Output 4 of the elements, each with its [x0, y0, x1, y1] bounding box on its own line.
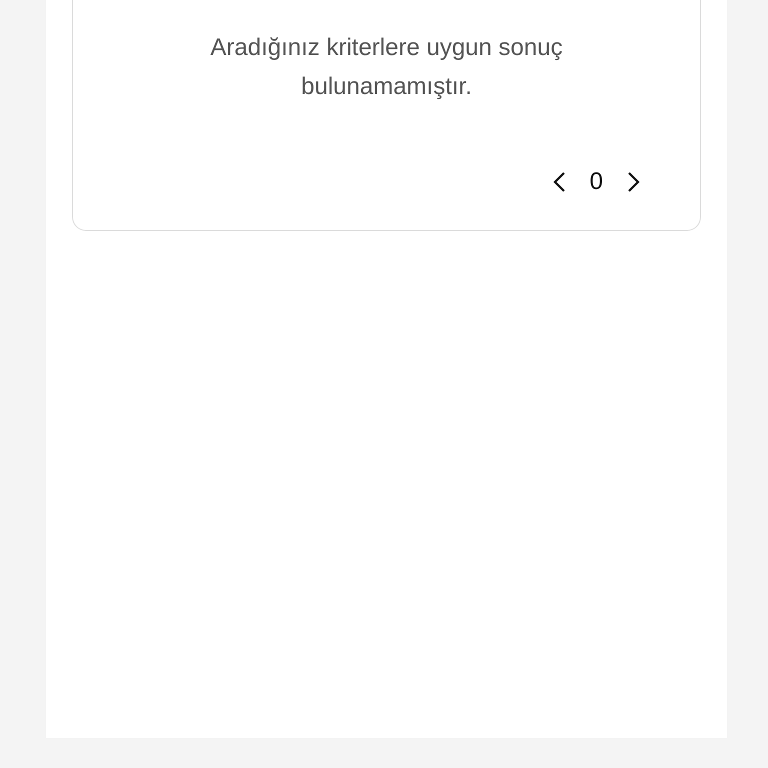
chevron-right-icon: [627, 171, 641, 193]
no-results-message: Aradığınız kriterlere uygun sonuç bulunamamıştır.: [209, 33, 564, 102]
page-number: 0: [590, 168, 603, 196]
chevron-left-icon: [552, 171, 566, 193]
